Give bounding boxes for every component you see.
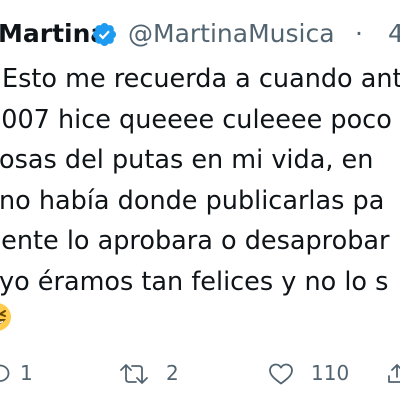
- tweet-text-line: gente lo aprobara o desaprobar: [0, 226, 390, 256]
- tweet-text-line: no había donde publicarlas pa: [0, 185, 385, 216]
- reply-count: 1: [20, 361, 33, 385]
- user-handle[interactable]: @MartinaMusica: [128, 14, 335, 54]
- grinning-squinting-face-icon: [0, 303, 11, 331]
- timestamp[interactable]: 4: [388, 14, 400, 54]
- share-icon: [388, 364, 400, 383]
- separator-dot: ·: [355, 19, 363, 48]
- heart-icon: [269, 363, 293, 385]
- like-count: 110: [311, 361, 350, 385]
- tweet-text-line: 2007 hice queeee culeeee poco: [0, 104, 392, 135]
- verified-badge-icon: [92, 22, 117, 47]
- retweet-icon: [120, 364, 148, 384]
- tweet-text-line: cosas del putas en mi vida, en: [0, 145, 374, 175]
- retweet-count: 2: [166, 361, 179, 385]
- tweet-text-line: yo éramos tan felices y no lo s: [0, 266, 389, 297]
- reply-icon: [0, 364, 10, 382]
- tweet-actions: 1 2 110: [0, 353, 400, 393]
- tweet-text: Esto me recuerda a cuando ant 2007 hice …: [0, 59, 400, 302]
- tweet-text-line: Esto me recuerda a cuando ant: [2, 64, 400, 94]
